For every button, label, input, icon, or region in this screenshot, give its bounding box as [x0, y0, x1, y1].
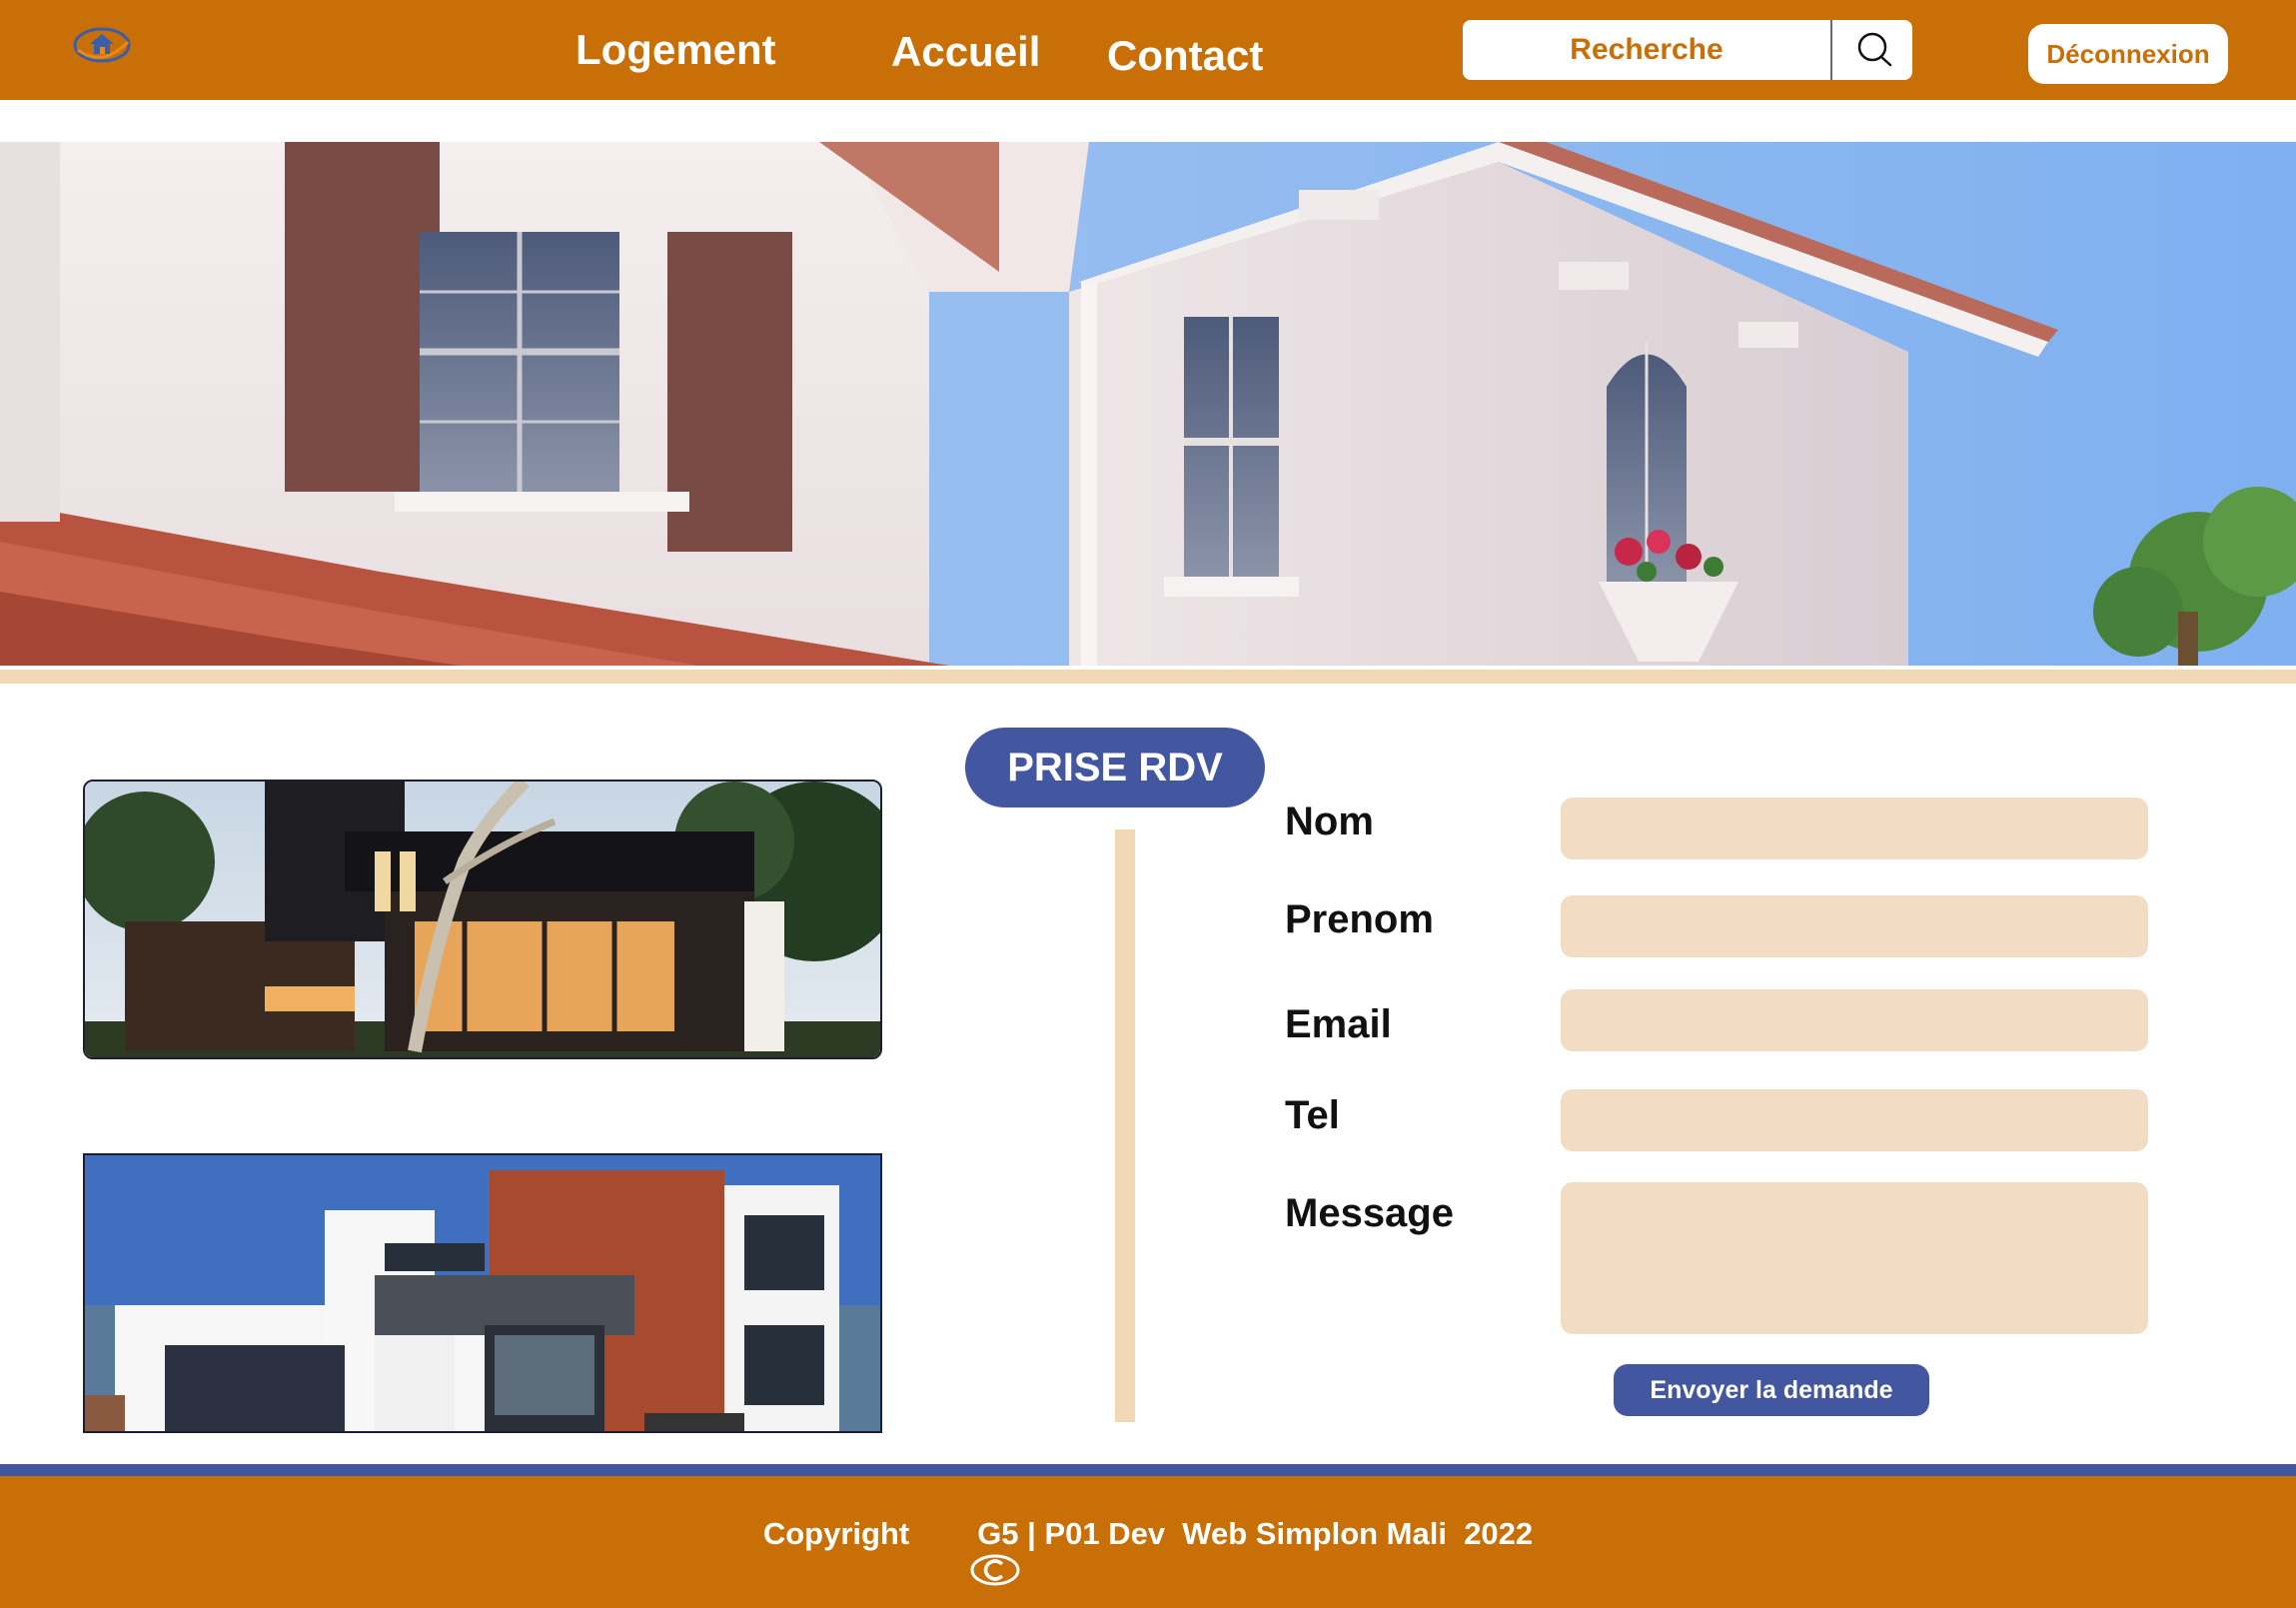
footer-copyright: Copyright G5 | P01 Dev Web Simplon Mali … — [0, 1516, 2296, 1586]
hero-divider — [0, 670, 2296, 684]
house-photo-modern-night — [83, 780, 882, 1059]
message-field[interactable] — [1561, 1182, 2148, 1334]
logout-button[interactable]: Déconnexion — [2028, 24, 2228, 84]
footer-accent-line — [0, 1464, 2296, 1476]
search-bar — [1463, 20, 1912, 80]
copyright-icon — [917, 1517, 1020, 1586]
nav-accueil[interactable]: Accueil — [891, 28, 1040, 76]
hero-house-image — [0, 142, 2296, 666]
tel-label: Tel — [1285, 1093, 1340, 1137]
nom-field[interactable] — [1561, 798, 2148, 859]
search-input[interactable] — [1463, 20, 1830, 80]
home-logo-icon[interactable] — [72, 24, 132, 66]
search-icon — [1857, 32, 1892, 67]
send-request-button[interactable]: Envoyer la demande — [1614, 1364, 1929, 1416]
copyright-prefix: Copyright — [762, 1516, 910, 1551]
email-label: Email — [1285, 1002, 1392, 1046]
nav-logement[interactable]: Logement — [575, 26, 776, 74]
search-button[interactable] — [1832, 20, 1912, 80]
nav-contact[interactable]: Contact — [1107, 32, 1263, 80]
footer: Copyright G5 | P01 Dev Web Simplon Mali … — [0, 1476, 2296, 1608]
nom-label: Nom — [1285, 800, 1374, 843]
prise-rdv-badge: PRISE RDV — [965, 728, 1265, 807]
house-photo-modern-day — [83, 1153, 882, 1433]
message-label: Message — [1285, 1191, 1454, 1235]
tel-field[interactable] — [1561, 1089, 2148, 1151]
vertical-divider — [1115, 829, 1135, 1422]
top-header: Logement Accueil Contact Déconnexion — [0, 0, 2296, 100]
copyright-text: G5 | P01 Dev Web Simplon Mali 2022 — [977, 1516, 1534, 1551]
email-field[interactable] — [1561, 989, 2148, 1051]
prenom-field[interactable] — [1561, 895, 2148, 957]
prenom-label: Prenom — [1285, 897, 1434, 941]
